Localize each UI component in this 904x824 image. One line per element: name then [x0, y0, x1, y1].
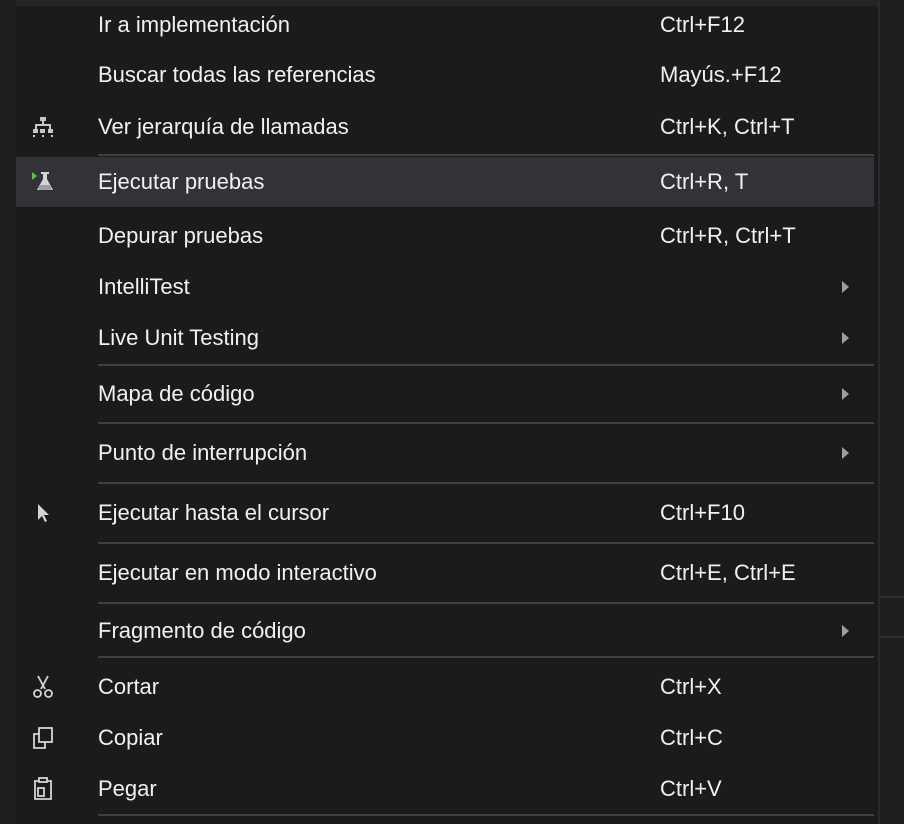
- editor-background-left: [0, 0, 16, 824]
- menu-item-cut[interactable]: Cortar Ctrl+X: [16, 662, 874, 712]
- menu-item-debug-tests[interactable]: Depurar pruebas Ctrl+R, Ctrl+T: [16, 211, 874, 261]
- submenu-arrow-icon: [842, 332, 849, 344]
- menu-item-go-to-implementation[interactable]: Ir a implementación Ctrl+F12: [16, 0, 874, 50]
- run-tests-icon: [30, 169, 56, 195]
- submenu-arrow-icon: [842, 447, 849, 459]
- menu-item-label: Punto de interrupción: [98, 440, 308, 465]
- menu-item-code-snippet[interactable]: Fragmento de código: [16, 606, 874, 656]
- menu-separator: [98, 814, 874, 816]
- scissors-icon: [30, 674, 56, 700]
- ide-window: Ir a implementación Ctrl+F12 Buscar toda…: [0, 0, 904, 824]
- menu-item-code-map[interactable]: Mapa de código: [16, 369, 874, 419]
- menu-separator: [98, 154, 874, 156]
- menu-item-shortcut: Ctrl+F10: [660, 500, 745, 525]
- menu-item-label: Ir a implementación: [98, 12, 290, 37]
- menu-item-label: Ejecutar en modo interactivo: [98, 560, 377, 585]
- menu-item-label: Live Unit Testing: [98, 325, 260, 350]
- editor-background-right: [878, 0, 904, 824]
- menu-separator: [98, 422, 874, 424]
- menu-item-shortcut: Ctrl+E, Ctrl+E: [660, 560, 796, 585]
- menu-item-find-all-references[interactable]: Buscar todas las referencias Mayús.+F12: [16, 50, 874, 100]
- context-menu: Ir a implementación Ctrl+F12 Buscar toda…: [16, 6, 878, 818]
- menu-item-live-unit-testing[interactable]: Live Unit Testing: [16, 313, 874, 363]
- menu-item-shortcut: Ctrl+R, Ctrl+T: [660, 223, 796, 248]
- menu-item-execute-in-interactive[interactable]: Ejecutar en modo interactivo Ctrl+E, Ctr…: [16, 548, 874, 598]
- menu-item-breakpoint[interactable]: Punto de interrupción: [16, 428, 874, 478]
- menu-item-label: Depurar pruebas: [98, 223, 264, 248]
- menu-item-run-to-cursor[interactable]: Ejecutar hasta el cursor Ctrl+F10: [16, 488, 874, 538]
- menu-item-run-tests[interactable]: Ejecutar pruebas Ctrl+R, T: [16, 157, 874, 207]
- menu-item-label: Pegar: [98, 776, 157, 801]
- menu-item-label: Cortar: [98, 674, 160, 699]
- menu-separator: [98, 364, 874, 366]
- menu-separator: [98, 656, 874, 658]
- copy-icon: [30, 725, 56, 751]
- paste-icon: [30, 776, 56, 802]
- menu-item-shortcut: Ctrl+K, Ctrl+T: [660, 114, 795, 139]
- submenu-arrow-icon: [842, 388, 849, 400]
- menu-item-label: Ejecutar pruebas: [98, 169, 265, 194]
- menu-item-shortcut: Ctrl+R, T: [660, 169, 749, 194]
- menu-item-label: Mapa de código: [98, 381, 255, 406]
- menu-item-copy[interactable]: Copiar Ctrl+C: [16, 713, 874, 763]
- call-hierarchy-icon: [30, 114, 56, 140]
- menu-item-shortcut: Mayús.+F12: [660, 62, 782, 87]
- menu-item-view-call-hierarchy[interactable]: Ver jerarquía de llamadas Ctrl+K, Ctrl+T: [16, 102, 874, 152]
- menu-item-intellitest[interactable]: IntelliTest: [16, 262, 874, 312]
- menu-item-shortcut: Ctrl+X: [660, 674, 722, 699]
- menu-item-label: Fragmento de código: [98, 618, 306, 643]
- menu-item-label: Buscar todas las referencias: [98, 62, 376, 87]
- cursor-arrow-icon: [30, 500, 56, 526]
- menu-separator: [98, 602, 874, 604]
- submenu-arrow-icon: [842, 625, 849, 637]
- menu-item-paste[interactable]: Pegar Ctrl+V: [16, 764, 874, 814]
- menu-item-shortcut: Ctrl+V: [660, 776, 722, 801]
- submenu-arrow-icon: [842, 281, 849, 293]
- menu-item-shortcut: Ctrl+F12: [660, 12, 745, 37]
- menu-item-label: Ver jerarquía de llamadas: [98, 114, 349, 139]
- menu-separator: [98, 542, 874, 544]
- menu-item-label: Ejecutar hasta el cursor: [98, 500, 330, 525]
- menu-item-label: IntelliTest: [98, 274, 190, 299]
- menu-item-shortcut: Ctrl+C: [660, 725, 723, 750]
- menu-separator: [98, 482, 874, 484]
- menu-item-label: Copiar: [98, 725, 163, 750]
